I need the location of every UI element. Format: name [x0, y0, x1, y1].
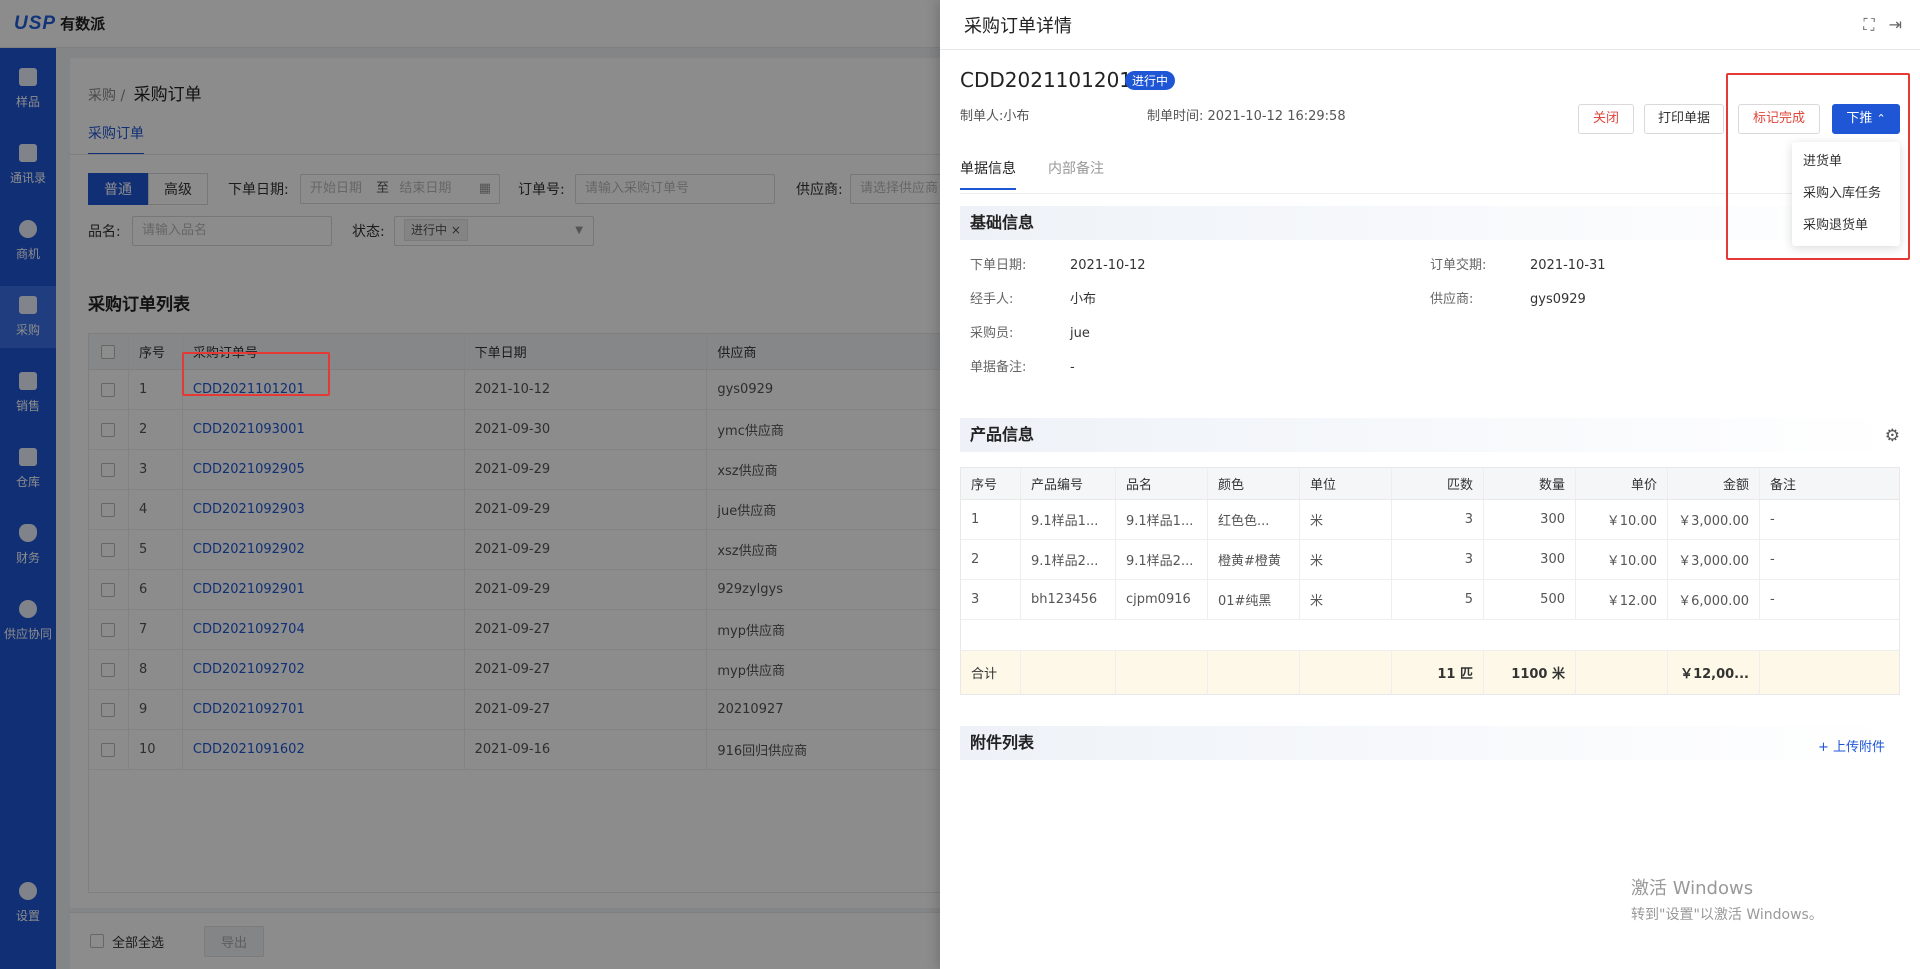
- product-cell-unit: 米: [1300, 500, 1392, 539]
- col-header: 金额: [1668, 468, 1760, 499]
- product-row: 1 9.1样品1... 9.1样品1... 红色色... 米 3 300 ￥10.00 ￥3,0…: [961, 500, 1899, 540]
- handler-field: 经手人: 小布: [970, 288, 1096, 307]
- close-order-button[interactable]: 关闭: [1578, 104, 1634, 134]
- product-cell-pieces: 3: [1392, 540, 1484, 579]
- total-pieces: 11 匹: [1392, 651, 1484, 694]
- created-label: 制单时间:: [1147, 109, 1204, 124]
- product-cell-price: ￥12.00: [1576, 580, 1668, 619]
- creator-meta: 制单人:小布: [960, 105, 1029, 124]
- product-cell-color: 01#纯黑: [1208, 580, 1300, 619]
- windows-activation-watermark: 激活 Windows 转到"设置"以激活 Windows。: [1631, 874, 1823, 924]
- buyer-field: 采购员: jue: [970, 322, 1090, 341]
- product-cell-unit: 米: [1300, 540, 1392, 579]
- col-header: 产品编号: [1021, 468, 1116, 499]
- product-cell-amount: ￥3,000.00: [1668, 540, 1760, 579]
- fullscreen-icon[interactable]: ⛶: [1863, 15, 1874, 35]
- created-value: 2021-10-12 16:29:58: [1207, 109, 1346, 124]
- col-header: 颜色: [1208, 468, 1300, 499]
- push-down-menu: 进货单 采购入库任务 采购退货单: [1792, 142, 1900, 246]
- col-header: 序号: [961, 468, 1021, 499]
- product-total-row: 合计 11 匹 1100 米 ￥12,00...: [961, 650, 1899, 694]
- supplier-field: 供应商: gys0929: [1430, 288, 1586, 307]
- field-value: jue: [1070, 326, 1090, 341]
- product-cell-pieces: 5: [1392, 580, 1484, 619]
- product-cell-qty: 300: [1484, 540, 1576, 579]
- order-date-field: 下单日期: 2021-10-12: [970, 254, 1146, 273]
- product-cell-amount: ￥3,000.00: [1668, 500, 1760, 539]
- modal-overlay[interactable]: [0, 0, 940, 969]
- product-cell-amount: ￥6,000.00: [1668, 580, 1760, 619]
- drawer-title: 采购订单详情: [964, 15, 1072, 37]
- total-quantity: 1100 米: [1484, 651, 1576, 694]
- col-header: 品名: [1116, 468, 1208, 499]
- field-value: 2021-10-31: [1530, 258, 1606, 273]
- product-cell-name: cjpm0916: [1116, 580, 1208, 619]
- field-value: -: [1070, 360, 1075, 375]
- product-row: 3 bh123456 cjpm0916 01#纯黑米 5 500 ￥12.00 ￥6,000.…: [961, 580, 1899, 620]
- col-header: 数量: [1484, 468, 1576, 499]
- product-table: 序号 产品编号 品名 颜色 单位 匹数 数量 单价 金额 备注 1 9.1样品1.…: [960, 467, 1900, 695]
- col-header: 匹数: [1392, 468, 1484, 499]
- drawer-header: 采购订单详情 ⛶ ⇥: [940, 0, 1920, 50]
- status-badge: 进行中: [1125, 71, 1176, 90]
- product-cell-price: ￥10.00: [1576, 500, 1668, 539]
- product-cell-unit: 米: [1300, 580, 1392, 619]
- product-cell-remark: -: [1770, 512, 1775, 527]
- drawer-tabs: 单据信息 内部备注: [960, 158, 1104, 190]
- product-cell-code: bh123456: [1021, 580, 1116, 619]
- delivery-date-field: 订单交期: 2021-10-31: [1430, 254, 1606, 273]
- field-value: 2021-10-12: [1070, 258, 1146, 273]
- product-cell-name: 9.1样品1...: [1116, 500, 1208, 539]
- menu-item-inbound-task[interactable]: 采购入库任务: [1792, 178, 1900, 210]
- field-value: gys0929: [1530, 292, 1586, 307]
- field-label: 供应商:: [1430, 292, 1474, 307]
- tab-document-info[interactable]: 单据信息: [960, 158, 1016, 190]
- product-cell-qty: 500: [1484, 580, 1576, 619]
- col-header: 备注: [1770, 478, 1797, 493]
- field-value: 小布: [1070, 292, 1097, 307]
- upload-attachment-button[interactable]: + 上传附件: [1818, 736, 1885, 755]
- watermark-line1: 激活 Windows: [1631, 878, 1754, 899]
- total-label: 合计: [961, 651, 1021, 694]
- creator-label: 制单人:: [960, 109, 1004, 124]
- col-header: 单位: [1300, 468, 1392, 499]
- collapse-icon[interactable]: ⇥: [1889, 15, 1902, 35]
- product-info-heading: 产品信息: [960, 418, 1900, 452]
- product-cell-name: 9.1样品2...: [1116, 540, 1208, 579]
- product-row: 2 9.1样品2... 9.1样品2... 橙黄#橙黄米 3 300 ￥10.00 ￥3,00…: [961, 540, 1899, 580]
- print-button[interactable]: 打印单据: [1644, 104, 1724, 134]
- field-label: 采购员:: [970, 326, 1014, 341]
- field-label: 经手人:: [970, 292, 1014, 307]
- field-label: 单据备注:: [970, 360, 1027, 375]
- gear-icon[interactable]: ⚙: [1885, 426, 1900, 446]
- product-cell-remark: -: [1770, 552, 1775, 567]
- product-cell-remark: -: [1770, 592, 1775, 607]
- menu-item-goods-receipt[interactable]: 进货单: [1792, 146, 1900, 178]
- product-cell-code: 9.1样品1...: [1021, 500, 1116, 539]
- attachments-heading: 附件列表: [960, 726, 1900, 760]
- product-cell-color: 橙黄#橙黄: [1208, 540, 1300, 579]
- col-header: 单价: [1576, 468, 1668, 499]
- field-label: 订单交期:: [1430, 258, 1487, 273]
- product-cell-code: 9.1样品2...: [1021, 540, 1116, 579]
- order-number: CDD2021101201: [960, 68, 1133, 92]
- product-cell-qty: 300: [1484, 500, 1576, 539]
- product-cell-color: 红色色...: [1208, 500, 1300, 539]
- product-table-header: 序号 产品编号 品名 颜色 单位 匹数 数量 单价 金额 备注: [961, 468, 1899, 500]
- created-meta: 制单时间: 2021-10-12 16:29:58: [1147, 105, 1346, 124]
- field-label: 下单日期:: [970, 258, 1027, 273]
- watermark-line2: 转到"设置"以激活 Windows。: [1631, 907, 1823, 923]
- highlight-box-order: [182, 352, 330, 396]
- remark-field: 单据备注: -: [970, 356, 1075, 375]
- product-cell-no: 3: [961, 580, 1021, 619]
- product-cell-pieces: 3: [1392, 500, 1484, 539]
- product-cell-no: 2: [961, 540, 1021, 579]
- creator-value: 小布: [1003, 109, 1030, 124]
- product-cell-no: 1: [961, 500, 1021, 539]
- total-amount: ￥12,00...: [1668, 651, 1760, 694]
- product-cell-price: ￥10.00: [1576, 540, 1668, 579]
- menu-item-purchase-return[interactable]: 采购退货单: [1792, 210, 1900, 242]
- tab-internal-remarks[interactable]: 内部备注: [1048, 158, 1104, 190]
